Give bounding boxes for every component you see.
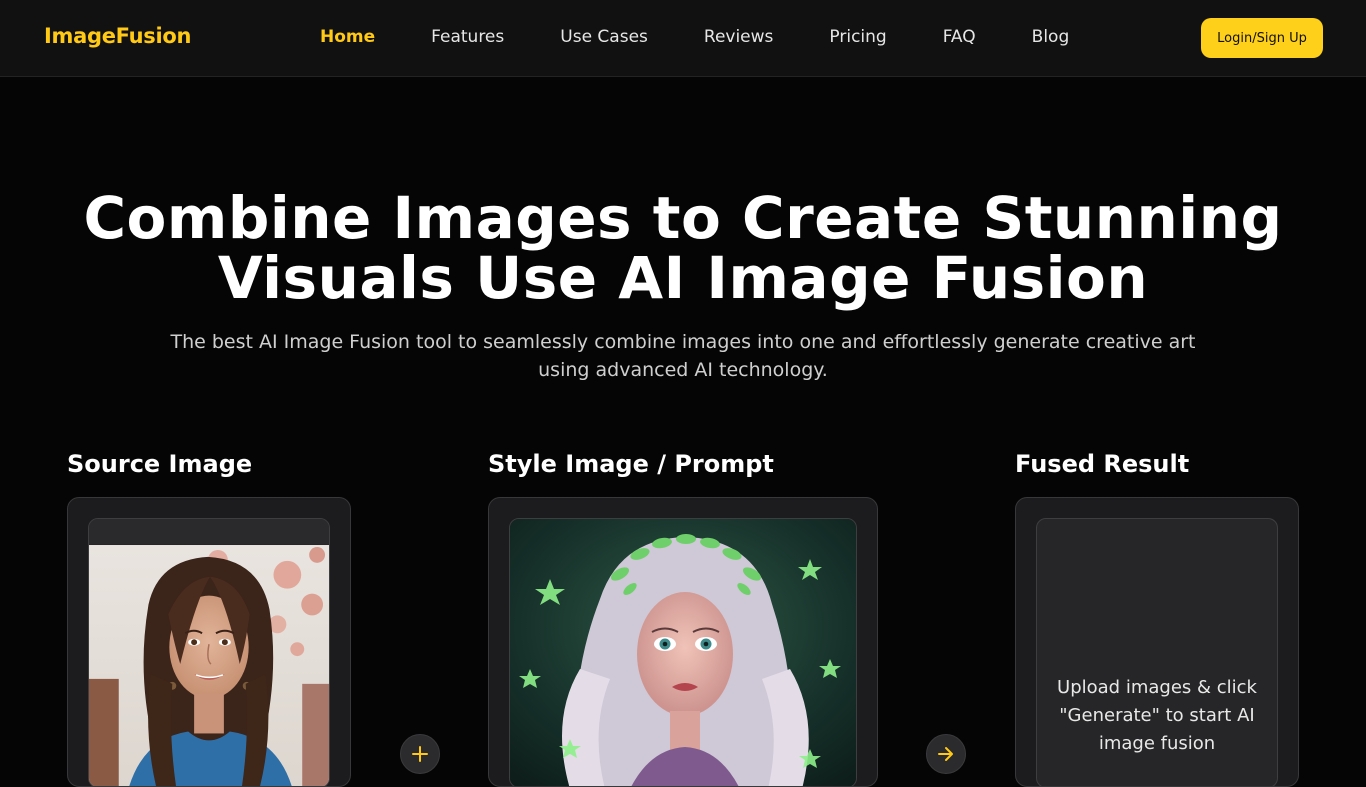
hero-title-line-1: Combine Images to Create Stunning xyxy=(83,184,1283,252)
result-placeholder-text: Upload images & click "Generate" to star… xyxy=(1057,677,1257,754)
nav-item-reviews[interactable]: Reviews xyxy=(704,27,774,47)
brand-logo[interactable]: ImageFusion xyxy=(44,24,191,48)
main-nav: Home Features Use Cases Reviews Pricing … xyxy=(320,27,1125,47)
fused-result-preview: Upload images & click "Generate" to star… xyxy=(1036,518,1278,786)
nav-item-faq[interactable]: FAQ xyxy=(943,27,976,47)
nav-item-use-cases[interactable]: Use Cases xyxy=(560,27,648,47)
source-image-header xyxy=(89,519,329,544)
top-navbar: ImageFusion Home Features Use Cases Revi… xyxy=(0,0,1366,77)
nav-item-home[interactable]: Home xyxy=(320,27,375,47)
style-image-panel[interactable] xyxy=(488,497,878,787)
source-image-dropzone[interactable] xyxy=(88,518,330,786)
style-image-title: Style Image / Prompt xyxy=(488,450,774,478)
nav-item-pricing[interactable]: Pricing xyxy=(829,27,886,47)
arrow-right-icon xyxy=(938,747,953,761)
nav-item-blog[interactable]: Blog xyxy=(1032,27,1070,47)
source-portrait-image xyxy=(89,545,329,786)
combine-button[interactable] xyxy=(400,734,440,774)
fused-result-panel: Upload images & click "Generate" to star… xyxy=(1015,497,1299,787)
generate-arrow-button[interactable] xyxy=(926,734,966,774)
source-image-panel[interactable] xyxy=(67,497,351,787)
style-image-dropzone[interactable] xyxy=(509,518,857,786)
style-fantasy-image xyxy=(510,519,856,786)
hero-title: Combine Images to Create Stunning Visual… xyxy=(0,188,1366,308)
hero-title-line-2: Visuals Use AI Image Fusion xyxy=(217,244,1149,312)
fused-result-title: Fused Result xyxy=(1015,450,1190,478)
source-image-title: Source Image xyxy=(67,450,253,478)
hero-subtitle: The best AI Image Fusion tool to seamles… xyxy=(170,331,1196,381)
nav-item-features[interactable]: Features xyxy=(431,27,504,47)
plus-icon xyxy=(412,746,428,762)
login-signup-button[interactable]: Login/Sign Up xyxy=(1201,18,1323,58)
